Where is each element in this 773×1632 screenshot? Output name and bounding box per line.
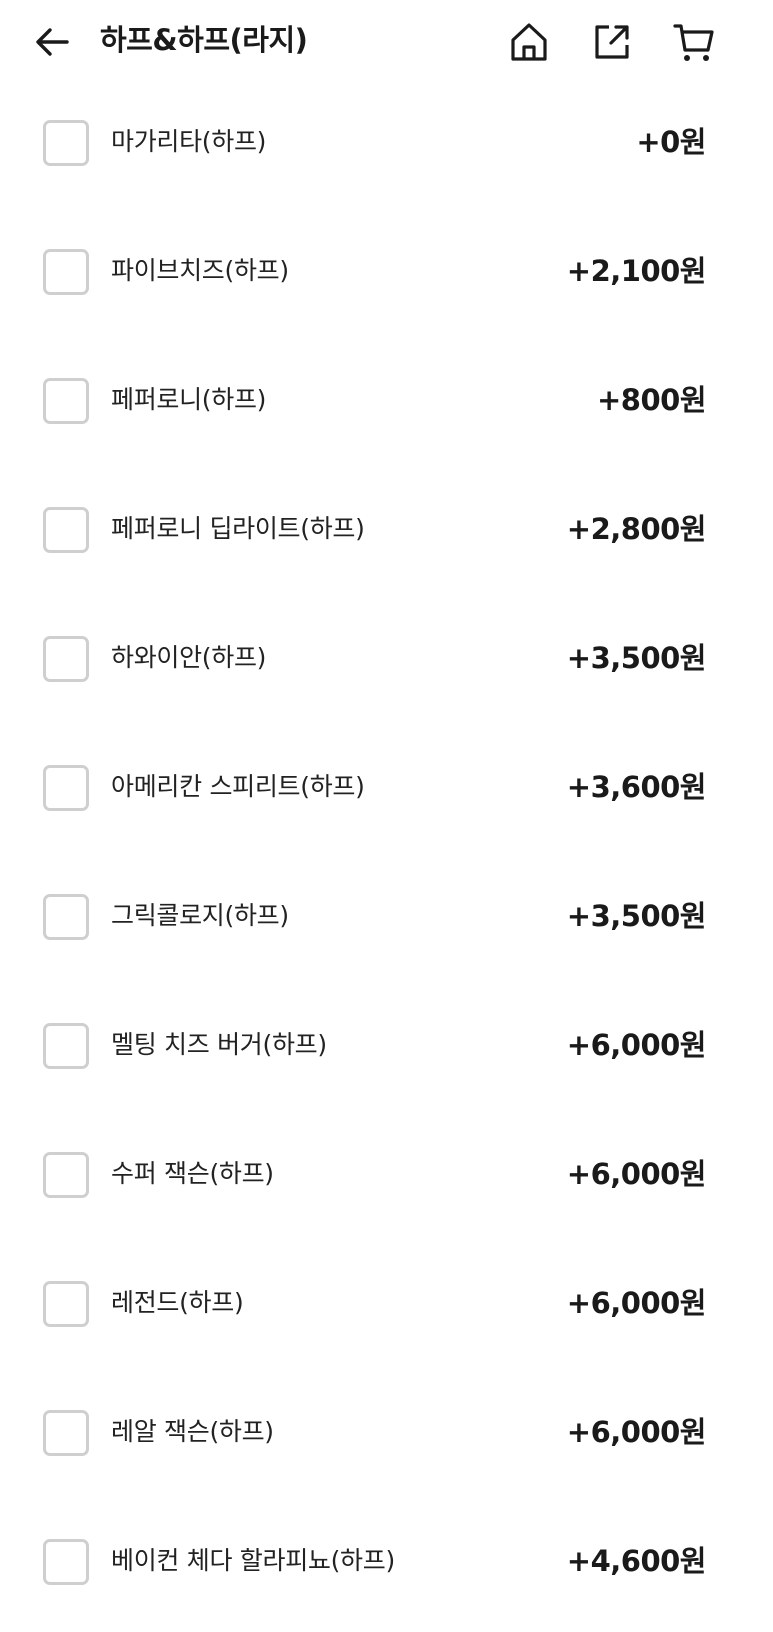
option-checkbox[interactable] — [43, 249, 89, 295]
option-name: 레전드(하프) — [111, 1288, 244, 1317]
option-name: 하와이안(하프) — [111, 643, 267, 672]
option-row[interactable]: 파이브치즈(하프) +2,100원 — [0, 213, 773, 342]
option-row[interactable]: 페퍼로니 딥라이트(하프) +2,800원 — [0, 471, 773, 600]
option-row[interactable]: 아메리칸 스피리트(하프) +3,600원 — [0, 729, 773, 858]
option-checkbox[interactable] — [43, 378, 89, 424]
option-price: +0원 — [636, 125, 706, 159]
option-price: +6,000원 — [566, 1157, 707, 1191]
option-row[interactable]: 페퍼로니(하프) +800원 — [0, 342, 773, 471]
back-button[interactable] — [30, 20, 74, 64]
option-name: 아메리칸 스피리트(하프) — [111, 772, 365, 801]
share-icon — [595, 25, 629, 59]
option-checkbox[interactable] — [43, 1152, 89, 1198]
option-price: +6,000원 — [566, 1415, 707, 1449]
share-button[interactable] — [588, 18, 636, 66]
cart-button[interactable] — [670, 18, 718, 66]
option-checkbox[interactable] — [43, 507, 89, 553]
option-price: +2,100원 — [566, 254, 707, 288]
home-button[interactable] — [505, 18, 553, 66]
home-icon — [511, 23, 547, 61]
option-price: +3,600원 — [566, 770, 707, 804]
page-title: 하프&하프(라지) — [100, 23, 308, 57]
option-checkbox[interactable] — [43, 1023, 89, 1069]
back-arrow-icon — [36, 28, 69, 56]
option-row[interactable]: 레전드(하프) +6,000원 — [0, 1245, 773, 1374]
option-price: +3,500원 — [566, 641, 707, 675]
option-name: 그릭콜로지(하프) — [111, 901, 289, 930]
option-row[interactable]: 하와이안(하프) +3,500원 — [0, 600, 773, 729]
option-row[interactable]: 베이컨 체다 할라피뇨(하프) +4,600원 — [0, 1503, 773, 1632]
option-row[interactable]: 멜팅 치즈 버거(하프) +6,000원 — [0, 987, 773, 1116]
option-price: +2,800원 — [566, 512, 707, 546]
option-checkbox[interactable] — [43, 636, 89, 682]
option-name: 페퍼로니(하프) — [111, 385, 267, 414]
option-name: 베이컨 체다 할라피뇨(하프) — [111, 1546, 395, 1575]
option-checkbox[interactable] — [43, 765, 89, 811]
option-list: 마가리타(하프) +0원 파이브치즈(하프) +2,100원 페퍼로니(하프) … — [0, 84, 773, 1632]
option-price: +6,000원 — [566, 1286, 707, 1320]
option-price: +800원 — [596, 383, 707, 417]
option-row[interactable]: 그릭콜로지(하프) +3,500원 — [0, 858, 773, 987]
option-price: +4,600원 — [566, 1544, 707, 1578]
option-name: 마가리타(하프) — [111, 127, 267, 156]
option-name: 수퍼 잭슨(하프) — [111, 1159, 274, 1188]
option-price: +6,000원 — [566, 1028, 707, 1062]
top-app-bar: 하프&하프(라지) — [0, 0, 773, 84]
option-price: +3,500원 — [566, 899, 707, 933]
option-name: 페퍼로니 딥라이트(하프) — [111, 514, 365, 543]
option-name: 레알 잭슨(하프) — [111, 1417, 274, 1446]
cart-icon — [673, 24, 714, 61]
option-checkbox[interactable] — [43, 1281, 89, 1327]
option-row[interactable]: 수퍼 잭슨(하프) +6,000원 — [0, 1116, 773, 1245]
option-row[interactable]: 레알 잭슨(하프) +6,000원 — [0, 1374, 773, 1503]
option-checkbox[interactable] — [43, 1410, 89, 1456]
option-row[interactable]: 마가리타(하프) +0원 — [0, 84, 773, 213]
option-checkbox[interactable] — [43, 120, 89, 166]
option-checkbox[interactable] — [43, 1539, 89, 1585]
option-name: 멜팅 치즈 버거(하프) — [111, 1030, 327, 1059]
option-name: 파이브치즈(하프) — [111, 256, 289, 285]
option-checkbox[interactable] — [43, 894, 89, 940]
